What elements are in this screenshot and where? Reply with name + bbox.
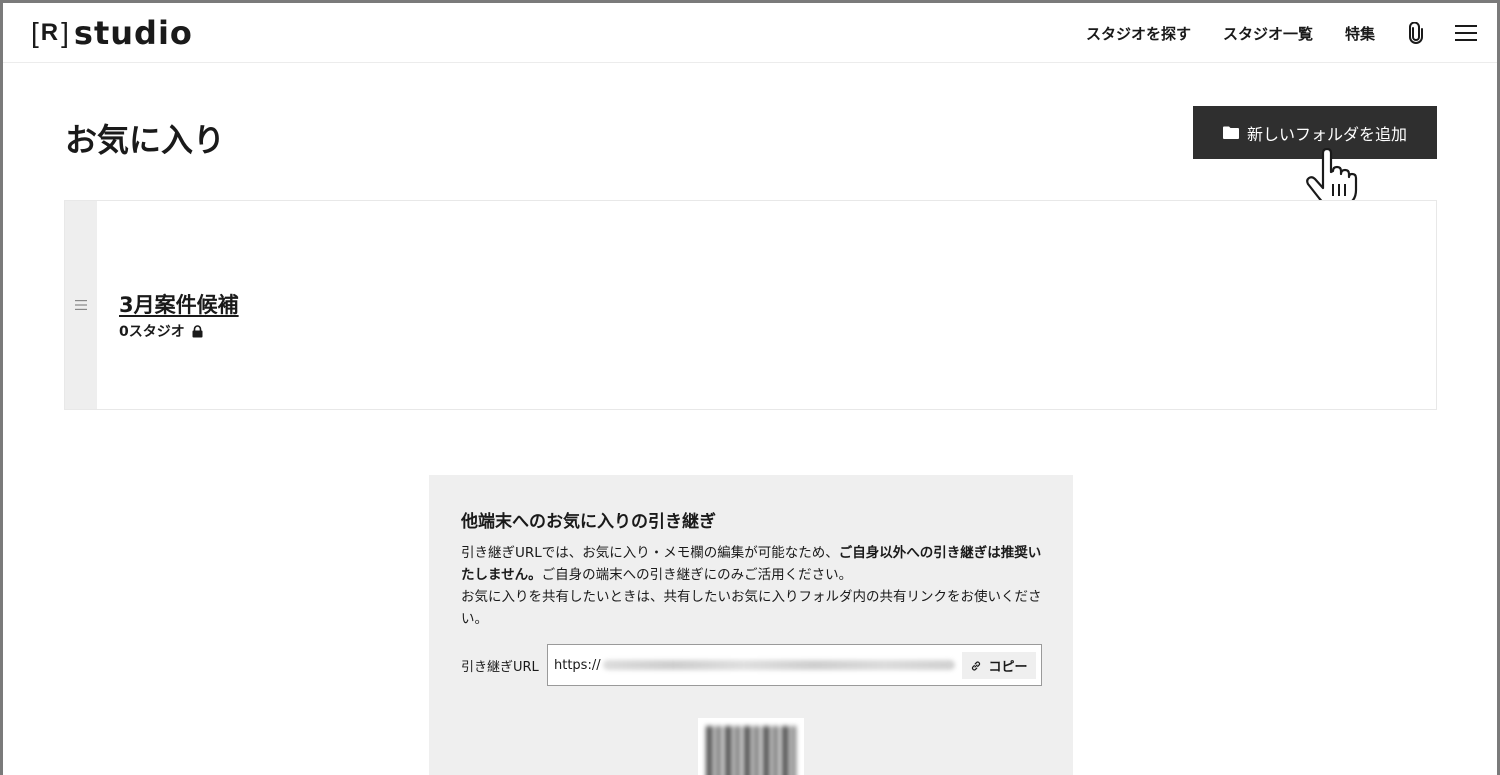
transfer-panel: 他端末へのお気に入りの引き継ぎ 引き継ぎURLでは、お気に入り・メモ欄の編集が可…: [429, 475, 1073, 775]
page-title: お気に入り: [65, 121, 226, 159]
copy-url-button[interactable]: コピー: [962, 652, 1036, 679]
transfer-qr-code: [698, 718, 804, 775]
drag-handle[interactable]: [65, 201, 97, 409]
transfer-text-2: ご自身の端末への引き継ぎにのみご活用ください。: [541, 567, 853, 583]
drag-handle-icon: [75, 300, 87, 310]
copy-label: コピー: [988, 660, 1028, 675]
lock-icon: [192, 324, 203, 337]
logo-bracket-left: [: [31, 17, 39, 48]
logo-word: studio: [73, 14, 193, 52]
logo-letter: R: [40, 19, 59, 46]
site-logo[interactable]: [ R ] studio: [31, 11, 193, 55]
paperclip-icon-svg: [1409, 22, 1423, 44]
folder-icon: [1222, 126, 1239, 139]
transfer-url-blurred: [602, 660, 955, 670]
transfer-description: 引き継ぎURLでは、お気に入り・メモ欄の編集が可能なため、ご自身以外への引き継ぎ…: [461, 542, 1046, 630]
transfer-text-1: 引き継ぎURLでは、お気に入り・メモ欄の編集が可能なため、: [461, 545, 839, 561]
folder-count: 0スタジオ: [119, 324, 185, 340]
folder-name-link[interactable]: 3月案件候補: [119, 289, 239, 319]
folder-card: 3月案件候補 0スタジオ: [64, 200, 1437, 410]
nav-search-studio[interactable]: スタジオを探す: [1086, 23, 1191, 44]
main-nav: スタジオを探す スタジオ一覧 特集: [1086, 3, 1477, 63]
transfer-url-field[interactable]: https:// コピー: [547, 644, 1042, 686]
hamburger-menu-icon-svg: [1455, 25, 1477, 41]
hamburger-menu-icon[interactable]: [1455, 24, 1477, 42]
transfer-text-3: お気に入りを共有したいときは、共有したいお気に入りフォルダ内の共有リンクをお使い…: [461, 589, 1042, 627]
folder-meta: 0スタジオ: [119, 321, 203, 341]
paperclip-icon[interactable]: [1407, 22, 1425, 44]
link-icon: [972, 661, 981, 670]
nav-studio-list[interactable]: スタジオ一覧: [1223, 23, 1313, 44]
transfer-url-prefix: https://: [554, 657, 601, 673]
browser-frame: [ R ] studio スタジオを探す スタジオ一覧 特集 お気に入り 新しい…: [0, 0, 1500, 775]
add-folder-label: 新しいフォルダを追加: [1246, 124, 1407, 144]
nav-features[interactable]: 特集: [1345, 23, 1375, 44]
add-folder-button[interactable]: 新しいフォルダを追加: [1193, 106, 1437, 159]
site-header: [ R ] studio スタジオを探す スタジオ一覧 特集: [3, 3, 1497, 63]
transfer-url-label: 引き継ぎURL: [461, 659, 539, 675]
transfer-title: 他端末へのお気に入りの引き継ぎ: [461, 512, 716, 532]
logo-bracket-right: ]: [61, 17, 69, 48]
transfer-url-row: 引き継ぎURL https:// コピー: [461, 643, 1046, 687]
qr-code-blurred: [706, 726, 796, 775]
